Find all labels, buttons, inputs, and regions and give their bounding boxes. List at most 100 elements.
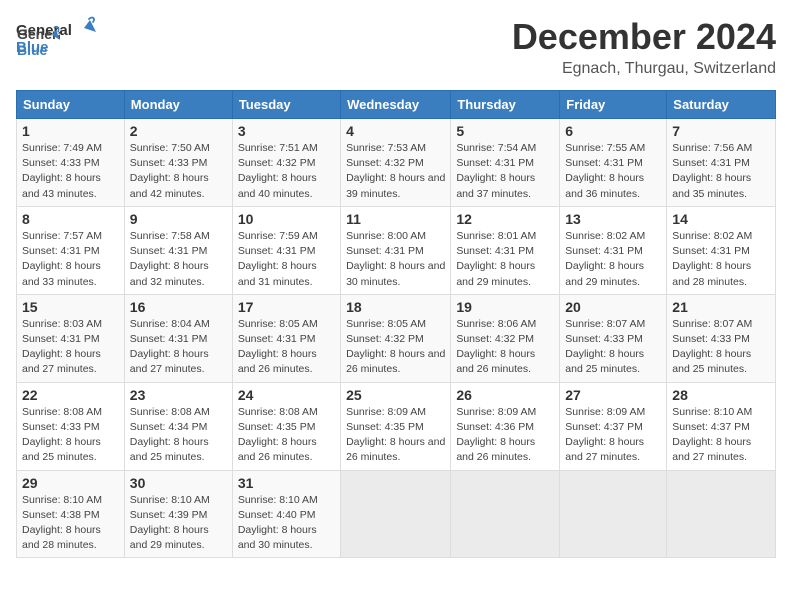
day-cell: 24Sunrise: 8:08 AMSunset: 4:35 PMDayligh… <box>232 382 340 470</box>
header-friday: Friday <box>560 91 667 119</box>
day-cell: 19 Sunrise: 8:06 AMSunset: 4:32 PMDayligh… <box>451 294 560 382</box>
day-number: 19 <box>456 299 554 315</box>
week-row-3: 15 Sunrise: 8:03 AMSunset: 4:31 PMDayligh… <box>17 294 776 382</box>
day-number: 31 <box>238 475 335 491</box>
day-detail: Sunrise: 8:10 AMSunset: 4:39 PMDaylight:… <box>130 494 210 552</box>
day-cell: 21Sunrise: 8:07 AMSunset: 4:33 PMDayligh… <box>667 294 776 382</box>
header-row: SundayMondayTuesdayWednesdayThursdayFrid… <box>17 91 776 119</box>
day-detail: Sunrise: 8:10 AMSunset: 4:37 PMDaylight:… <box>672 406 752 464</box>
day-cell: 13Sunrise: 8:02 AMSunset: 4:31 PMDayligh… <box>560 206 667 294</box>
day-detail: Sunrise: 7:50 AMSunset: 4:33 PMDaylight:… <box>130 142 210 200</box>
day-number: 15 <box>22 299 119 315</box>
day-number: 7 <box>672 123 770 139</box>
week-row-4: 22Sunrise: 8:08 AMSunset: 4:33 PMDayligh… <box>17 382 776 470</box>
day-number: 17 <box>238 299 335 315</box>
day-number: 24 <box>238 387 335 403</box>
day-detail: Sunrise: 8:06 AMSunset: 4:32 PMDaylight:… <box>456 318 536 376</box>
day-detail: Sunrise: 8:09 AMSunset: 4:37 PMDaylight:… <box>565 406 645 464</box>
day-detail: Sunrise: 7:53 AMSunset: 4:32 PMDaylight:… <box>346 142 445 200</box>
day-detail: Sunrise: 8:07 AMSunset: 4:33 PMDaylight:… <box>565 318 645 376</box>
day-detail: Sunrise: 7:51 AMSunset: 4:32 PMDaylight:… <box>238 142 318 200</box>
logo-text-block: General Blue <box>16 22 60 66</box>
day-cell: 2 Sunrise: 7:50 AMSunset: 4:33 PMDaylight… <box>124 119 232 207</box>
day-detail: Sunrise: 7:56 AMSunset: 4:31 PMDaylight:… <box>672 142 752 200</box>
day-cell: 16Sunrise: 8:04 AMSunset: 4:31 PMDayligh… <box>124 294 232 382</box>
day-number: 2 <box>130 123 227 139</box>
day-number: 14 <box>672 211 770 227</box>
day-cell: 12 Sunrise: 8:01 AMSunset: 4:31 PMDayligh… <box>451 206 560 294</box>
day-detail: Sunrise: 7:49 AMSunset: 4:33 PMDaylight:… <box>22 142 102 200</box>
day-cell <box>451 470 560 558</box>
day-detail: Sunrise: 8:10 AMSunset: 4:40 PMDaylight:… <box>238 494 318 552</box>
day-cell: 28 Sunrise: 8:10 AMSunset: 4:37 PMDayligh… <box>667 382 776 470</box>
day-cell: 23 Sunrise: 8:08 AMSunset: 4:34 PMDayligh… <box>124 382 232 470</box>
day-cell: 4 Sunrise: 7:53 AMSunset: 4:32 PMDaylight… <box>341 119 451 207</box>
day-number: 4 <box>346 123 445 139</box>
day-number: 18 <box>346 299 445 315</box>
header-wednesday: Wednesday <box>341 91 451 119</box>
calendar-title: December 2024 <box>512 16 776 58</box>
header-sunday: Sunday <box>17 91 125 119</box>
calendar-table: SundayMondayTuesdayWednesdayThursdayFrid… <box>16 90 776 558</box>
calendar-subtitle: Egnach, Thurgau, Switzerland <box>512 60 776 78</box>
header-saturday: Saturday <box>667 91 776 119</box>
day-number: 12 <box>456 211 554 227</box>
day-number: 21 <box>672 299 770 315</box>
day-cell <box>667 470 776 558</box>
day-detail: Sunrise: 8:01 AMSunset: 4:31 PMDaylight:… <box>456 230 536 288</box>
day-cell: 22Sunrise: 8:08 AMSunset: 4:33 PMDayligh… <box>17 382 125 470</box>
day-number: 1 <box>22 123 119 139</box>
day-cell: 14Sunrise: 8:02 AMSunset: 4:31 PMDayligh… <box>667 206 776 294</box>
day-detail: Sunrise: 8:02 AMSunset: 4:31 PMDaylight:… <box>565 230 645 288</box>
day-number: 9 <box>130 211 227 227</box>
day-detail: Sunrise: 8:10 AMSunset: 4:38 PMDaylight:… <box>22 494 102 552</box>
day-cell: 10 Sunrise: 7:59 AMSunset: 4:31 PMDayligh… <box>232 206 340 294</box>
day-number: 25 <box>346 387 445 403</box>
day-cell: 25 Sunrise: 8:09 AMSunset: 4:35 PMDayligh… <box>341 382 451 470</box>
day-detail: Sunrise: 7:57 AMSunset: 4:31 PMDaylight:… <box>22 230 102 288</box>
day-number: 3 <box>238 123 335 139</box>
day-cell: 8 Sunrise: 7:57 AMSunset: 4:31 PMDaylight… <box>17 206 125 294</box>
header-tuesday: Tuesday <box>232 91 340 119</box>
day-number: 26 <box>456 387 554 403</box>
day-number: 10 <box>238 211 335 227</box>
day-detail: Sunrise: 8:00 AMSunset: 4:31 PMDaylight:… <box>346 230 445 288</box>
day-number: 8 <box>22 211 119 227</box>
day-number: 29 <box>22 475 119 491</box>
day-cell: 17Sunrise: 8:05 AMSunset: 4:31 PMDayligh… <box>232 294 340 382</box>
day-number: 11 <box>346 211 445 227</box>
day-number: 28 <box>672 387 770 403</box>
day-cell <box>341 470 451 558</box>
day-cell: 18 Sunrise: 8:05 AMSunset: 4:32 PMDayligh… <box>341 294 451 382</box>
day-cell: 26 Sunrise: 8:09 AMSunset: 4:36 PMDayligh… <box>451 382 560 470</box>
day-number: 30 <box>130 475 227 491</box>
day-cell: 5 Sunrise: 7:54 AMSunset: 4:31 PMDaylight… <box>451 119 560 207</box>
page-header: General Blue December 2024 Egnach, Thurg… <box>16 16 776 78</box>
day-detail: Sunrise: 7:59 AMSunset: 4:31 PMDaylight:… <box>238 230 318 288</box>
day-cell: 27 Sunrise: 8:09 AMSunset: 4:37 PMDayligh… <box>560 382 667 470</box>
day-cell: 11 Sunrise: 8:00 AMSunset: 4:31 PMDayligh… <box>341 206 451 294</box>
day-cell: 20Sunrise: 8:07 AMSunset: 4:33 PMDayligh… <box>560 294 667 382</box>
day-cell: 1 Sunrise: 7:49 AMSunset: 4:33 PMDaylight… <box>17 119 125 207</box>
day-number: 23 <box>130 387 227 403</box>
day-detail: Sunrise: 7:54 AMSunset: 4:31 PMDaylight:… <box>456 142 536 200</box>
svg-text:Blue: Blue <box>17 42 48 58</box>
day-cell: 29 Sunrise: 8:10 AMSunset: 4:38 PMDayligh… <box>17 470 125 558</box>
day-cell: 7 Sunrise: 7:56 AMSunset: 4:31 PMDaylight… <box>667 119 776 207</box>
logo-svg: General Blue <box>16 22 60 66</box>
day-detail: Sunrise: 8:03 AMSunset: 4:31 PMDaylight:… <box>22 318 102 376</box>
week-row-2: 8 Sunrise: 7:57 AMSunset: 4:31 PMDaylight… <box>17 206 776 294</box>
day-detail: Sunrise: 8:09 AMSunset: 4:36 PMDaylight:… <box>456 406 536 464</box>
day-number: 5 <box>456 123 554 139</box>
day-number: 27 <box>565 387 661 403</box>
week-row-1: 1 Sunrise: 7:49 AMSunset: 4:33 PMDaylight… <box>17 119 776 207</box>
day-cell: 31 Sunrise: 8:10 AMSunset: 4:40 PMDayligh… <box>232 470 340 558</box>
day-number: 16 <box>130 299 227 315</box>
calendar-title-area: December 2024 Egnach, Thurgau, Switzerla… <box>512 16 776 78</box>
day-detail: Sunrise: 8:09 AMSunset: 4:35 PMDaylight:… <box>346 406 445 464</box>
day-detail: Sunrise: 8:08 AMSunset: 4:33 PMDaylight:… <box>22 406 102 464</box>
day-detail: Sunrise: 7:58 AMSunset: 4:31 PMDaylight:… <box>130 230 210 288</box>
day-detail: Sunrise: 8:08 AMSunset: 4:34 PMDaylight:… <box>130 406 210 464</box>
day-detail: Sunrise: 8:05 AMSunset: 4:32 PMDaylight:… <box>346 318 445 376</box>
header-monday: Monday <box>124 91 232 119</box>
